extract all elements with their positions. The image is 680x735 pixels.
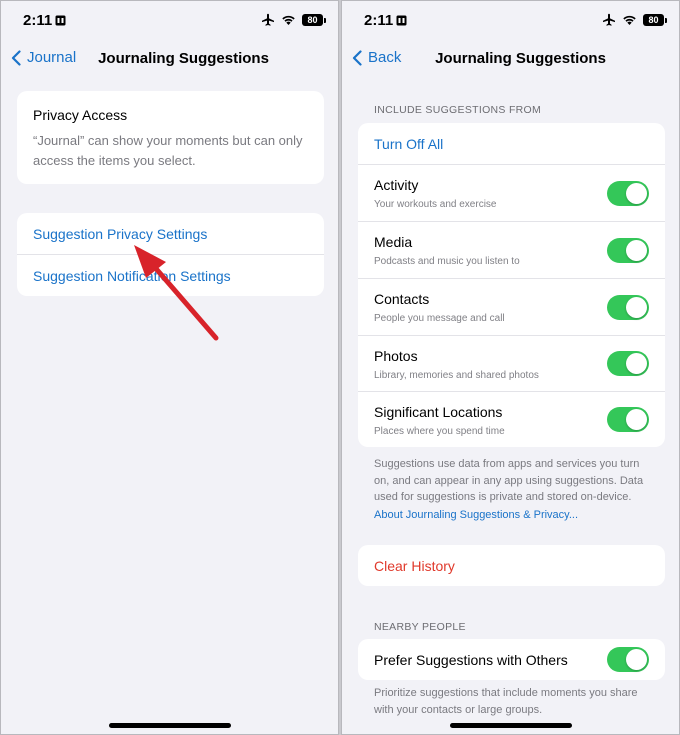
page-title: Journaling Suggestions — [435, 50, 606, 67]
clear-history-button[interactable]: Clear History — [358, 545, 665, 586]
source-subtitle: Your workouts and exercise — [374, 199, 497, 210]
source-subtitle: Podcasts and music you listen to — [374, 256, 520, 267]
media-toggle[interactable] — [607, 238, 649, 263]
include-suggestions-header: INCLUDE SUGGESTIONS FROM — [374, 104, 542, 116]
nearby-people-card: Prefer Suggestions with Others — [358, 639, 665, 680]
airplane-icon — [603, 13, 615, 26]
navigation-bar: Back Journaling Suggestions — [342, 41, 679, 77]
source-title: Activity — [374, 177, 419, 193]
battery-icon: 80 — [643, 14, 667, 26]
source-row-contacts: Contacts People you message and call — [358, 279, 665, 336]
home-indicator — [449, 723, 572, 728]
suggestions-footer-text: Suggestions use data from apps and servi… — [374, 458, 644, 503]
activity-toggle[interactable] — [607, 181, 649, 206]
source-row-significant-locations: Significant Locations Places where you s… — [358, 392, 665, 447]
status-bar: 2:11 80 — [342, 1, 679, 41]
source-subtitle: Library, memories and shared photos — [374, 370, 539, 381]
source-title: Media — [374, 234, 413, 250]
status-time: 2:11 — [364, 12, 394, 29]
sim-card-icon — [396, 15, 407, 26]
wifi-icon — [623, 15, 636, 25]
source-subtitle: Places where you spend time — [374, 426, 505, 437]
significant-locations-toggle[interactable] — [607, 407, 649, 432]
about-privacy-link[interactable]: About Journaling Suggestions & Privacy..… — [374, 507, 652, 524]
suggestion-sources-card: Turn Off All Activity Your workouts and … — [358, 123, 665, 447]
source-subtitle: People you message and call — [374, 313, 505, 324]
contacts-toggle[interactable] — [607, 295, 649, 320]
source-title: Contacts — [374, 291, 430, 307]
source-title: Photos — [374, 348, 418, 364]
nearby-people-header: NEARBY PEOPLE — [374, 621, 466, 633]
photos-toggle[interactable] — [607, 351, 649, 376]
prefer-suggestions-footer: Prioritize suggestions that include mome… — [374, 687, 638, 716]
source-title: Significant Locations — [374, 404, 503, 420]
annotation-arrow-icon — [134, 245, 219, 341]
source-row-activity: Activity Your workouts and exercise — [358, 165, 665, 222]
suggestions-footer: Suggestions use data from apps and servi… — [374, 456, 652, 523]
turn-off-all-button[interactable]: Turn Off All — [358, 123, 665, 165]
clear-history-card: Clear History — [358, 545, 665, 586]
prefer-suggestions-label: Prefer Suggestions with Others — [374, 652, 568, 668]
source-row-photos: Photos Library, memories and shared phot… — [358, 336, 665, 392]
right-screen: 2:11 80 Back Journaling Suggestions INCL… — [341, 0, 680, 735]
prefer-suggestions-row: Prefer Suggestions with Others — [358, 639, 665, 680]
source-row-media: Media Podcasts and music you listen to — [358, 222, 665, 279]
prefer-suggestions-toggle[interactable] — [607, 647, 649, 672]
